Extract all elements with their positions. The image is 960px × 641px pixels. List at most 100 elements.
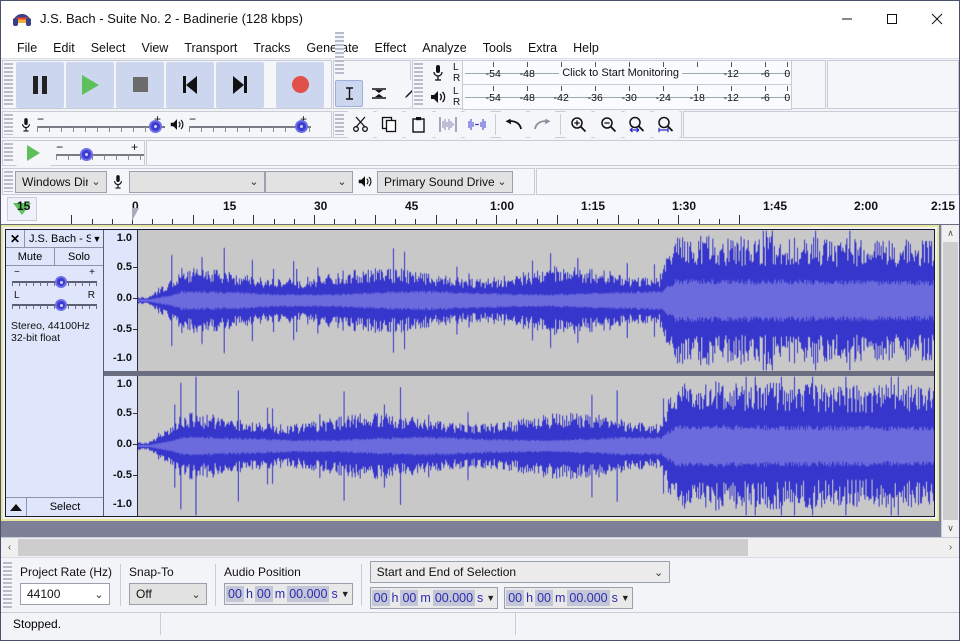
audio-track[interactable]: ✕ J.S. Bach - S ▼ Mute Solo − + L R Ster…: [1, 225, 939, 521]
selection-start-hours[interactable]: 00: [371, 590, 390, 606]
chevron-down-icon[interactable]: ▼: [341, 589, 350, 599]
selection-start-seconds[interactable]: 00.000: [432, 590, 476, 606]
horizontal-scrollbar[interactable]: ‹ ›: [1, 537, 959, 557]
horizontal-scroll-thumb[interactable]: [18, 539, 748, 556]
menu-view[interactable]: View: [133, 39, 176, 57]
scroll-right-button[interactable]: ›: [942, 542, 959, 553]
chevron-down-icon[interactable]: ▼: [91, 234, 103, 244]
toolbar-grip[interactable]: [4, 114, 13, 135]
horizontal-scroll-track[interactable]: [18, 539, 942, 556]
recording-device-dropdown[interactable]: ⌄: [129, 170, 265, 193]
menu-help[interactable]: Help: [565, 39, 607, 57]
scroll-down-button[interactable]: ∨: [942, 520, 959, 537]
selection-end-hours[interactable]: 00: [506, 590, 525, 606]
menu-tools[interactable]: Tools: [475, 39, 520, 57]
collapse-up-icon[interactable]: [6, 498, 27, 516]
maximize-button[interactable]: [869, 1, 914, 36]
fit-project-icon[interactable]: [652, 111, 680, 138]
cut-icon[interactable]: [347, 111, 375, 138]
toolbar-grip[interactable]: [335, 114, 344, 135]
trim-audio-icon[interactable]: [434, 111, 462, 138]
menu-transport[interactable]: Transport: [176, 39, 245, 57]
envelope-tool-button[interactable]: [365, 79, 393, 107]
close-button[interactable]: [914, 1, 959, 36]
mute-button[interactable]: Mute: [6, 248, 55, 265]
close-track-button[interactable]: ✕: [6, 230, 25, 247]
audio-position-hours[interactable]: 00: [226, 586, 244, 602]
menu-edit[interactable]: Edit: [45, 39, 83, 57]
solo-button[interactable]: Solo: [55, 248, 103, 265]
play-button[interactable]: [66, 61, 114, 108]
zoom-in-icon[interactable]: [565, 111, 593, 138]
play-at-speed-button[interactable]: [16, 140, 52, 166]
selection-end-seconds[interactable]: 00.000: [567, 590, 610, 606]
track-name[interactable]: J.S. Bach - S: [25, 233, 91, 245]
undo-icon[interactable]: [499, 111, 528, 138]
slider-thumb[interactable]: [55, 276, 67, 288]
fit-selection-icon[interactable]: [623, 111, 651, 138]
microphone-icon[interactable]: [425, 60, 451, 86]
left-channel-vertical-ruler[interactable]: 1.0 0.5 0.0 -0.5 -1.0: [104, 230, 138, 371]
project-rate-dropdown[interactable]: 44100 ⌄: [20, 583, 110, 605]
record-button[interactable]: [276, 61, 324, 108]
slider-thumb[interactable]: [55, 299, 67, 311]
playback-speed-slider[interactable]: − +: [56, 140, 144, 164]
recording-volume-slider[interactable]: − +: [37, 112, 165, 136]
snap-to-dropdown[interactable]: Off ⌄: [129, 583, 208, 605]
toolbar-grip[interactable]: [4, 63, 13, 106]
selection-end-field[interactable]: 00 h 00 m 00.000 s ▼: [504, 587, 633, 609]
select-track-button[interactable]: Select: [27, 498, 103, 516]
selection-start-minutes[interactable]: 00: [400, 590, 419, 606]
recording-meter[interactable]: -54 -48 -12 -6 0 Click to Start Monitori…: [462, 59, 793, 86]
track-gain-slider[interactable]: − +: [12, 267, 97, 289]
menu-effect[interactable]: Effect: [367, 39, 415, 57]
menu-tracks[interactable]: Tracks: [245, 39, 298, 57]
minimize-button[interactable]: [824, 1, 869, 36]
menu-extra[interactable]: Extra: [520, 39, 565, 57]
toolbar-grip[interactable]: [3, 562, 12, 608]
scroll-up-button[interactable]: ∧: [942, 225, 959, 242]
selection-start-field[interactable]: 00 h 00 m 00.000 s ▼: [369, 587, 499, 609]
right-channel-waveform[interactable]: [138, 375, 934, 516]
chevron-down-icon[interactable]: ▼: [486, 593, 495, 603]
selection-tool-button[interactable]: [335, 79, 363, 107]
selection-mode-dropdown[interactable]: Start and End of Selection ⌄: [369, 561, 670, 583]
audio-position-minutes[interactable]: 00: [254, 586, 273, 602]
toolbar-grip[interactable]: [335, 31, 344, 76]
pause-button[interactable]: [16, 61, 64, 108]
menu-file[interactable]: File: [9, 39, 45, 57]
vertical-scrollbar[interactable]: ∧ ∨: [941, 225, 959, 537]
zoom-out-icon[interactable]: [594, 111, 622, 138]
toolbar-grip[interactable]: [4, 171, 13, 192]
selection-end-minutes[interactable]: 00: [535, 590, 553, 606]
skip-to-start-button[interactable]: [166, 61, 214, 108]
audio-position-seconds[interactable]: 00.000: [287, 586, 330, 602]
chevron-down-icon[interactable]: ▼: [621, 593, 630, 603]
recording-channels-dropdown[interactable]: ⌄: [265, 170, 353, 193]
menu-generate[interactable]: Generate: [298, 39, 366, 57]
paste-icon[interactable]: [405, 111, 433, 138]
skip-to-end-button[interactable]: [216, 61, 264, 108]
speaker-icon[interactable]: [425, 84, 451, 110]
vertical-scroll-thumb[interactable]: [943, 242, 958, 520]
left-channel-waveform[interactable]: [138, 230, 934, 371]
toolbar-grip[interactable]: [414, 62, 423, 107]
silence-audio-icon[interactable]: [463, 111, 491, 138]
redo-icon[interactable]: [529, 111, 557, 138]
playback-meter[interactable]: -54 -48 -42 -36 -30 -24 -18 -12 -6 0: [462, 83, 793, 110]
slider-thumb[interactable]: [149, 119, 162, 133]
playback-device-dropdown[interactable]: Primary Sound Driver ⌄: [377, 170, 513, 193]
timeline-ruler[interactable]: 15 0 15 30 45 1:00 1:15 1:30 2:00 1:45 2:15: [1, 196, 959, 225]
menu-analyze[interactable]: Analyze: [414, 39, 474, 57]
playback-volume-slider[interactable]: − +: [189, 112, 311, 136]
right-channel-vertical-ruler[interactable]: 1.0 0.5 0.0 -0.5 -1.0: [104, 375, 138, 516]
audio-position-field[interactable]: 00 h 00 m 00.000 s ▼: [224, 583, 353, 605]
track-pan-slider[interactable]: L R: [12, 290, 97, 312]
stop-button[interactable]: [116, 61, 164, 108]
copy-icon[interactable]: [376, 111, 404, 138]
menu-select[interactable]: Select: [83, 39, 134, 57]
toolbar-grip[interactable]: [4, 143, 13, 163]
audio-host-dropdown[interactable]: Windows Dir ⌄: [15, 170, 107, 193]
slider-thumb[interactable]: [295, 119, 308, 133]
scroll-left-button[interactable]: ‹: [1, 542, 18, 553]
